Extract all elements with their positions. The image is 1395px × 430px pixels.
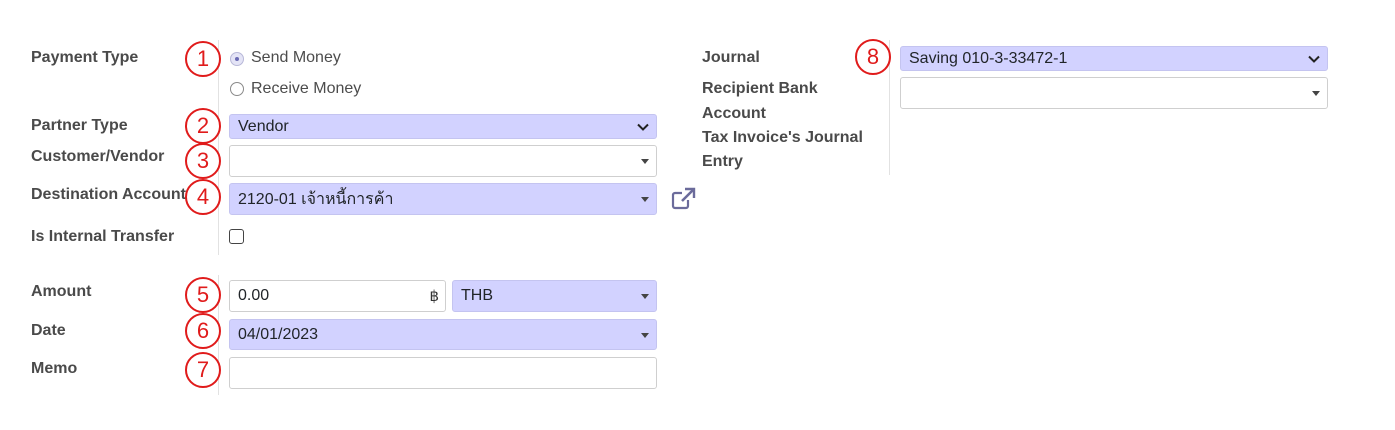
partner-type-value: Vendor <box>238 117 289 135</box>
amount-value: 0.00 <box>238 287 270 304</box>
customer-vendor-input[interactable] <box>229 145 657 177</box>
customer-vendor-label: Customer/Vendor <box>31 148 165 165</box>
memo-label: Memo <box>31 360 78 377</box>
left-group-divider <box>218 40 219 255</box>
chevron-down-icon <box>637 123 649 131</box>
marker-5: 5 <box>185 277 221 313</box>
marker-8: 8 <box>855 39 891 75</box>
caret-down-icon[interactable] <box>641 197 649 202</box>
destination-account-label: Destination Account <box>31 186 186 203</box>
marker-4: 4 <box>185 179 221 215</box>
currency-value: THB <box>461 287 493 304</box>
baht-symbol: ฿ <box>429 288 439 305</box>
caret-down-icon[interactable] <box>641 159 649 164</box>
caret-down-icon[interactable] <box>641 294 649 299</box>
internal-transfer-label: Is Internal Transfer <box>31 228 175 245</box>
memo-input[interactable] <box>229 357 657 389</box>
date-input[interactable]: 04/01/2023 <box>229 319 657 350</box>
marker-7: 7 <box>185 352 221 388</box>
marker-3: 3 <box>185 143 221 179</box>
receive-money-radio[interactable] <box>230 82 244 96</box>
journal-label: Journal <box>702 49 760 66</box>
send-money-radio[interactable] <box>230 52 244 66</box>
recipient-bank-label-line1: Recipient Bank <box>702 80 818 97</box>
chevron-down-icon <box>1308 55 1320 63</box>
caret-down-icon[interactable] <box>641 332 649 338</box>
date-value: 04/01/2023 <box>238 325 319 343</box>
marker-2: 2 <box>185 108 221 144</box>
partner-type-select[interactable]: Vendor <box>229 114 657 139</box>
receive-money-label[interactable]: Receive Money <box>251 78 361 100</box>
journal-value: Saving 010-3-33472-1 <box>909 49 1068 67</box>
tax-invoice-label-line1: Tax Invoice's Journal <box>702 129 863 146</box>
payment-type-label: Payment Type <box>31 49 139 66</box>
external-link-icon[interactable] <box>671 187 697 211</box>
amount-input[interactable]: 0.00 ฿ <box>229 280 446 312</box>
date-label: Date <box>31 322 66 339</box>
currency-select[interactable]: THB <box>452 280 657 312</box>
marker-1: 1 <box>185 41 221 77</box>
marker-6: 6 <box>185 313 221 349</box>
destination-account-value: 2120-01 เจ้าหนี้การค้า <box>238 190 394 208</box>
partner-type-label: Partner Type <box>31 117 128 134</box>
recipient-bank-label-line2: Account <box>702 105 766 122</box>
tax-invoice-label-line2: Entry <box>702 153 743 170</box>
destination-account-input[interactable]: 2120-01 เจ้าหนี้การค้า <box>229 183 657 215</box>
internal-transfer-checkbox[interactable] <box>229 229 244 244</box>
caret-down-icon[interactable] <box>1312 91 1320 96</box>
recipient-bank-input[interactable] <box>900 77 1328 109</box>
journal-select[interactable]: Saving 010-3-33472-1 <box>900 46 1328 71</box>
send-money-label[interactable]: Send Money <box>251 47 341 69</box>
amount-label: Amount <box>31 283 92 300</box>
